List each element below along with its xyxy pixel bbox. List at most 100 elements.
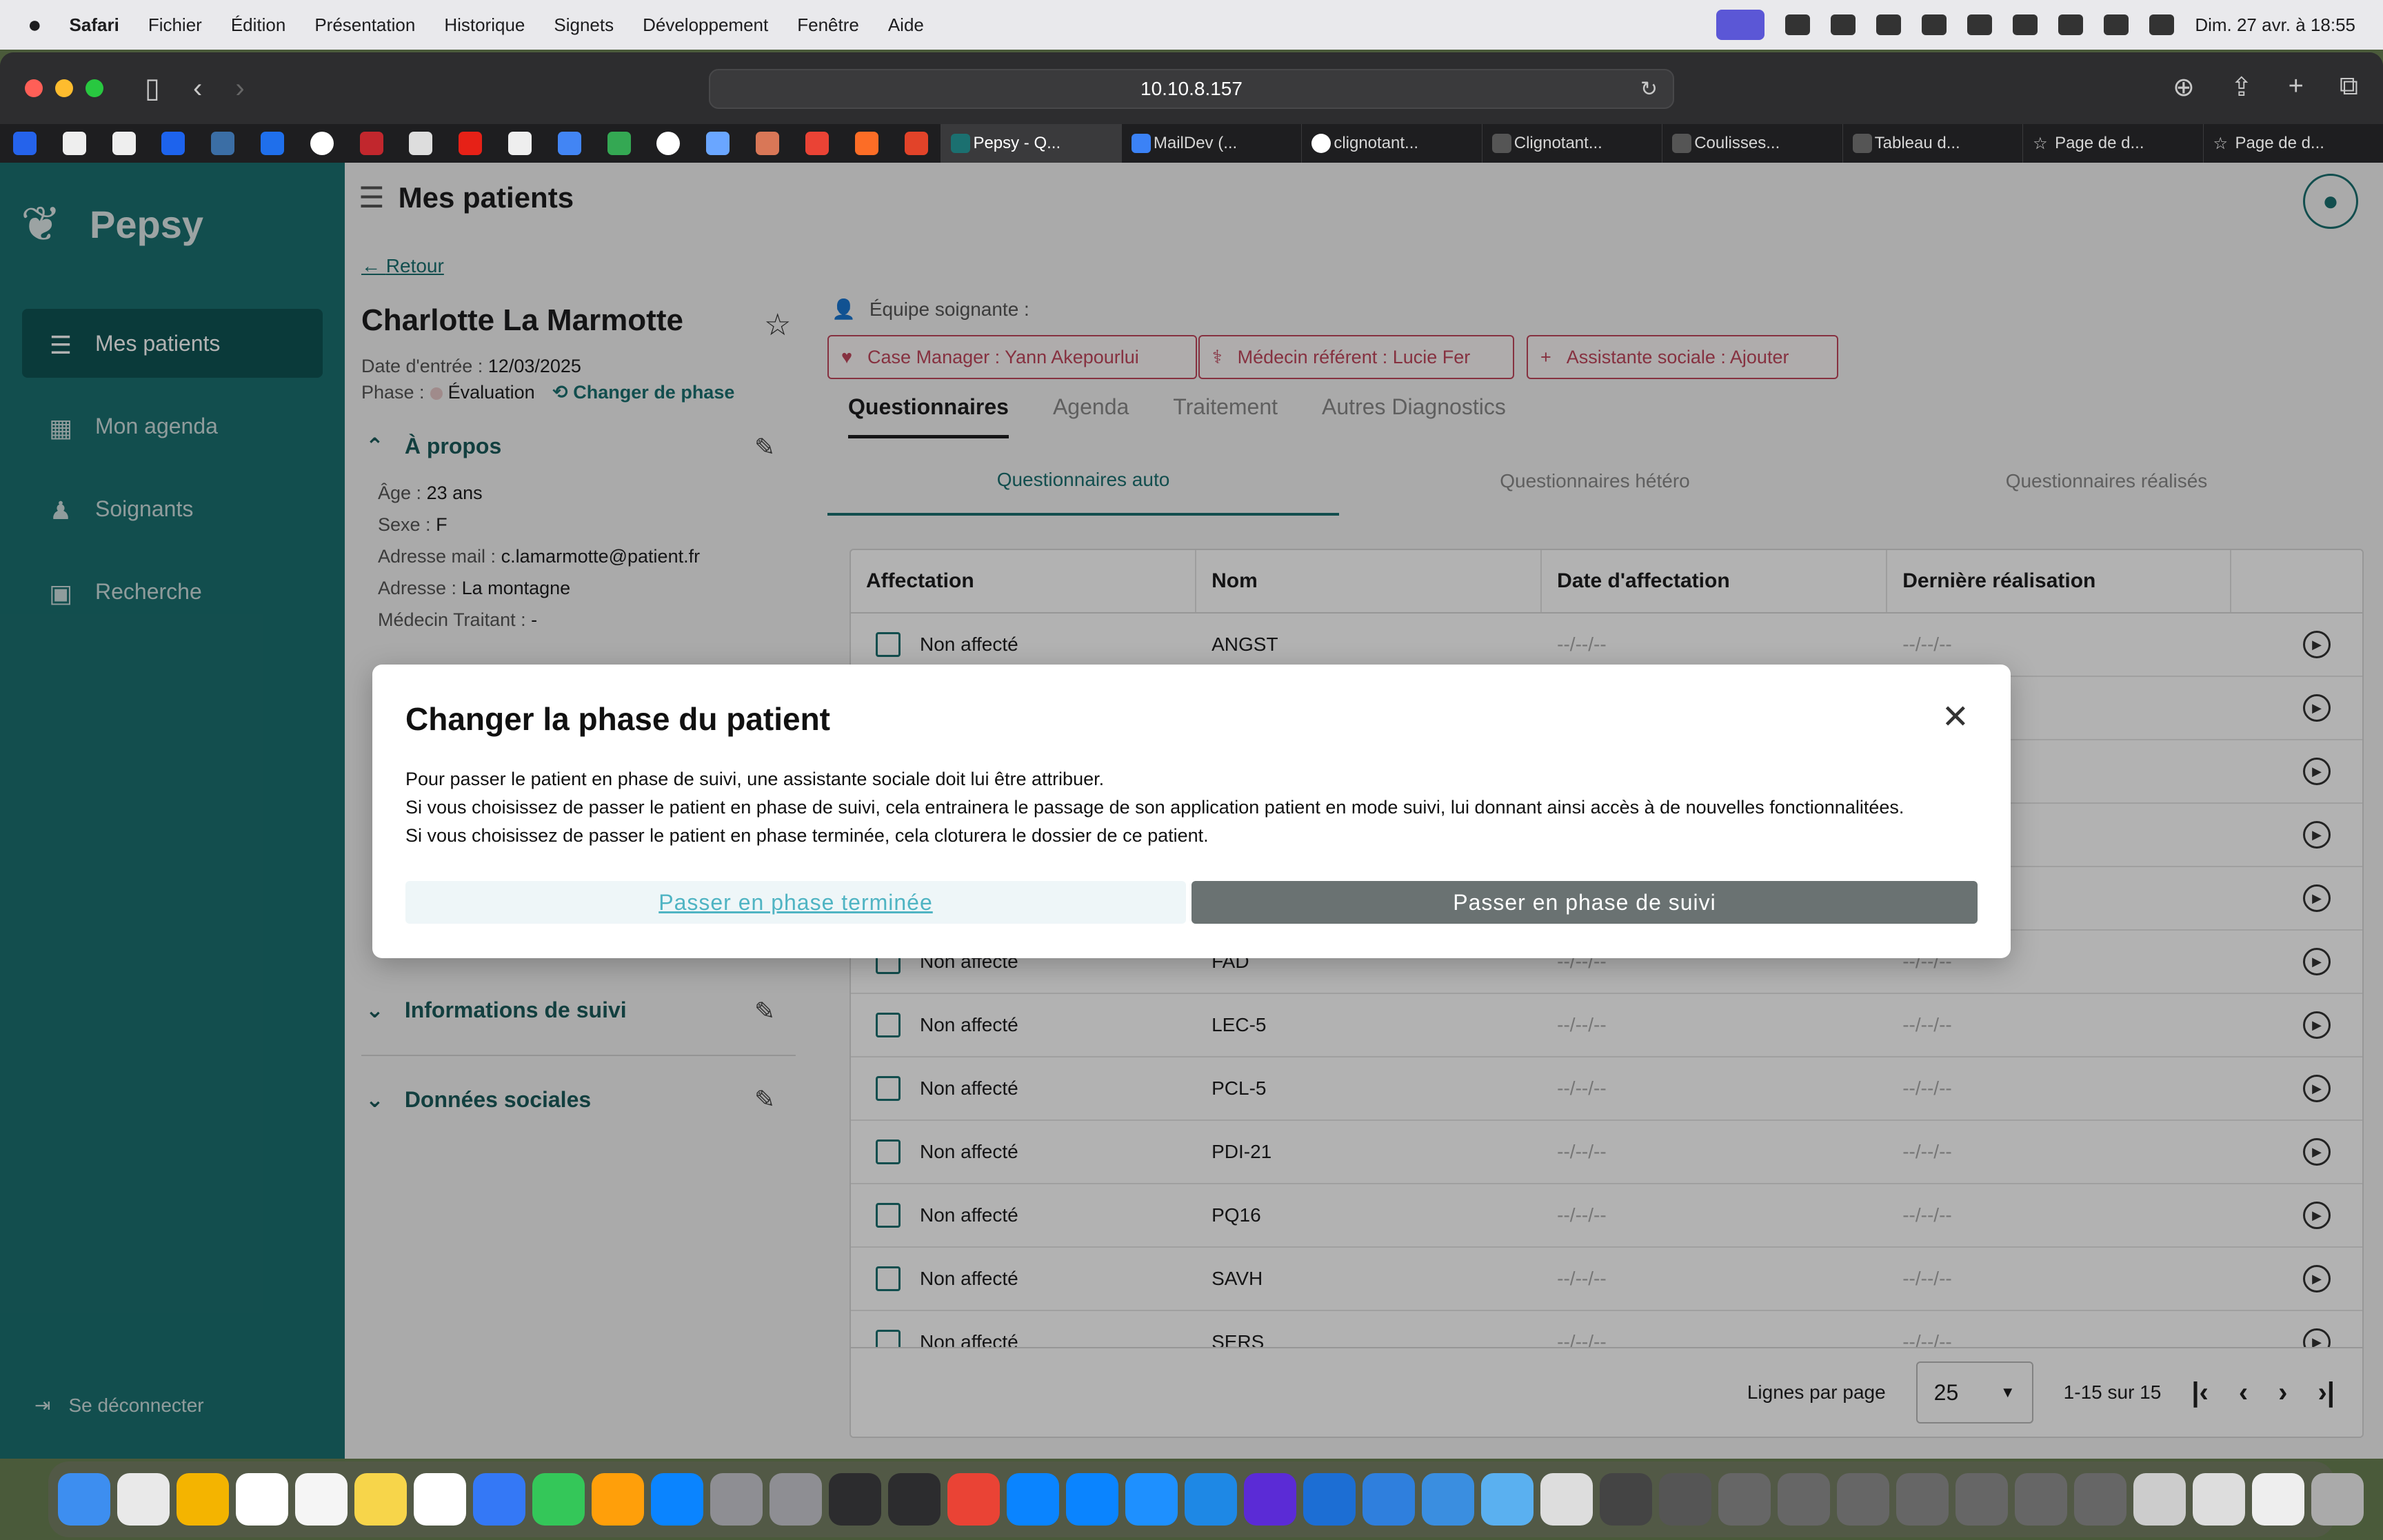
camera-icon[interactable] bbox=[1922, 14, 1947, 35]
forward-arrow-icon[interactable]: › bbox=[235, 73, 244, 104]
pinned-tab[interactable] bbox=[50, 124, 99, 163]
dock-app-icon[interactable] bbox=[2074, 1473, 2126, 1526]
battery-icon[interactable] bbox=[2013, 14, 2038, 35]
dock-app-icon[interactable] bbox=[1007, 1473, 1059, 1526]
back-arrow-icon[interactable]: ‹ bbox=[193, 73, 202, 104]
dock-app-icon[interactable] bbox=[295, 1473, 348, 1526]
dock-app-icon[interactable] bbox=[1066, 1473, 1118, 1526]
dock-app-icon[interactable] bbox=[2252, 1473, 2304, 1526]
close-icon[interactable]: ✕ bbox=[1942, 698, 1969, 736]
pinned-tab[interactable] bbox=[347, 124, 396, 163]
tab-tableau[interactable]: Tableau d... bbox=[1842, 124, 2022, 163]
tab-start-page[interactable]: ☆ Page de d... bbox=[2022, 124, 2202, 163]
screen-share-icon[interactable] bbox=[1716, 10, 1765, 40]
followup-phase-button[interactable]: Passer en phase de suivi bbox=[1192, 881, 1978, 924]
dock-app-icon[interactable] bbox=[770, 1473, 822, 1526]
dock-app-icon[interactable] bbox=[592, 1473, 644, 1526]
dock-app-icon[interactable] bbox=[236, 1473, 288, 1526]
pinned-tab[interactable] bbox=[148, 124, 198, 163]
menu-developpement[interactable]: Développement bbox=[643, 14, 768, 36]
new-tab-icon[interactable]: + bbox=[2289, 72, 2304, 103]
dock-app-icon[interactable] bbox=[2311, 1473, 2364, 1526]
pinned-tab[interactable] bbox=[842, 124, 892, 163]
dock-app-icon[interactable] bbox=[473, 1473, 525, 1526]
tab-maildev[interactable]: MailDev (... bbox=[1120, 124, 1301, 163]
dock-app-icon[interactable] bbox=[1659, 1473, 1711, 1526]
address-bar[interactable]: 10.10.8.157 ↻ bbox=[709, 69, 1674, 109]
dock-app-icon[interactable] bbox=[58, 1473, 110, 1526]
dock-app-icon[interactable] bbox=[2015, 1473, 2067, 1526]
vpn-icon[interactable] bbox=[1876, 14, 1902, 35]
dock-app-icon[interactable] bbox=[2193, 1473, 2245, 1526]
dock-app-icon[interactable] bbox=[1303, 1473, 1356, 1526]
dock-app-icon[interactable] bbox=[1125, 1473, 1178, 1526]
dock-app-icon[interactable] bbox=[710, 1473, 763, 1526]
dock-app-icon[interactable] bbox=[1422, 1473, 1474, 1526]
tab-pepsy[interactable]: Pepsy - Q... bbox=[941, 124, 1121, 163]
menubar-clock[interactable]: Dim. 27 avr. à 18:55 bbox=[2195, 14, 2355, 36]
pinned-tab[interactable] bbox=[594, 124, 644, 163]
dock-app-icon[interactable] bbox=[1185, 1473, 1237, 1526]
dock-app-icon[interactable] bbox=[1600, 1473, 1652, 1526]
dock-app-icon[interactable] bbox=[1896, 1473, 1949, 1526]
wifi-icon[interactable] bbox=[2058, 14, 2084, 35]
finish-phase-button[interactable]: Passer en phase terminée bbox=[405, 881, 1186, 924]
dock-app-icon[interactable] bbox=[177, 1473, 229, 1526]
dock-app-icon[interactable] bbox=[888, 1473, 941, 1526]
menu-edition[interactable]: Édition bbox=[231, 14, 286, 36]
menu-safari[interactable]: Safari bbox=[70, 14, 119, 36]
pinned-tab[interactable] bbox=[644, 124, 694, 163]
app-status-icon[interactable] bbox=[1831, 14, 1856, 35]
menu-aide[interactable]: Aide bbox=[888, 14, 924, 36]
pinned-tab[interactable] bbox=[445, 124, 495, 163]
reload-icon[interactable]: ↻ bbox=[1640, 77, 1658, 101]
pinned-tab[interactable] bbox=[495, 124, 545, 163]
dock-app-icon[interactable] bbox=[1540, 1473, 1593, 1526]
menu-historique[interactable]: Historique bbox=[444, 14, 525, 36]
dock-app-icon[interactable] bbox=[2133, 1473, 2186, 1526]
tab-clignotant[interactable]: Clignotant... bbox=[1481, 124, 1662, 163]
pinned-tab[interactable] bbox=[0, 124, 50, 163]
pinned-tab[interactable] bbox=[693, 124, 743, 163]
pinned-tab[interactable] bbox=[99, 124, 149, 163]
pinned-tab[interactable] bbox=[545, 124, 594, 163]
pinned-tab[interactable] bbox=[248, 124, 297, 163]
pinned-tab[interactable] bbox=[198, 124, 248, 163]
dock-app-icon[interactable] bbox=[532, 1473, 585, 1526]
dock-app-icon[interactable] bbox=[1778, 1473, 1830, 1526]
pinned-tab[interactable] bbox=[792, 124, 842, 163]
dock-app-icon[interactable] bbox=[1718, 1473, 1771, 1526]
dock-app-icon[interactable] bbox=[414, 1473, 466, 1526]
bluetooth-icon[interactable] bbox=[1967, 14, 1993, 35]
dock-app-icon[interactable] bbox=[947, 1473, 1000, 1526]
dock-app-icon[interactable] bbox=[1955, 1473, 2008, 1526]
control-center-icon[interactable] bbox=[2149, 14, 2175, 35]
pinned-tab[interactable] bbox=[743, 124, 792, 163]
downloads-icon[interactable]: ⊕ bbox=[2173, 72, 2195, 103]
pinned-tab[interactable] bbox=[297, 124, 347, 163]
apple-menu-icon[interactable]: ● bbox=[28, 12, 42, 39]
pinned-tab[interactable] bbox=[892, 124, 941, 163]
tab-overview-icon[interactable]: ⧉ bbox=[2340, 72, 2358, 103]
dock-app-icon[interactable] bbox=[1481, 1473, 1534, 1526]
dock-app-icon[interactable] bbox=[354, 1473, 407, 1526]
dock-app-icon[interactable] bbox=[1837, 1473, 1889, 1526]
share-icon[interactable]: ⇪ bbox=[2231, 72, 2253, 103]
dock-app-icon[interactable] bbox=[117, 1473, 170, 1526]
menu-presentation[interactable]: Présentation bbox=[314, 14, 415, 36]
tab-coulisses[interactable]: Coulisses... bbox=[1662, 124, 1842, 163]
tab-google-search[interactable]: clignotant... bbox=[1301, 124, 1481, 163]
grammarly-icon[interactable] bbox=[1785, 14, 1811, 35]
spotlight-search-icon[interactable] bbox=[2104, 14, 2129, 35]
dock-app-icon[interactable] bbox=[651, 1473, 703, 1526]
close-window-icon[interactable] bbox=[25, 79, 43, 97]
sidebar-toggle-icon[interactable]: ▯ bbox=[145, 72, 160, 104]
dock-app-icon[interactable] bbox=[829, 1473, 881, 1526]
zoom-window-icon[interactable] bbox=[86, 79, 103, 97]
minimize-window-icon[interactable] bbox=[55, 79, 73, 97]
menu-fenetre[interactable]: Fenêtre bbox=[797, 14, 859, 36]
menu-fichier[interactable]: Fichier bbox=[148, 14, 202, 36]
dock-app-icon[interactable] bbox=[1244, 1473, 1296, 1526]
tab-start-page[interactable]: ☆ Page de d... bbox=[2202, 124, 2383, 163]
dock-app-icon[interactable] bbox=[1363, 1473, 1415, 1526]
